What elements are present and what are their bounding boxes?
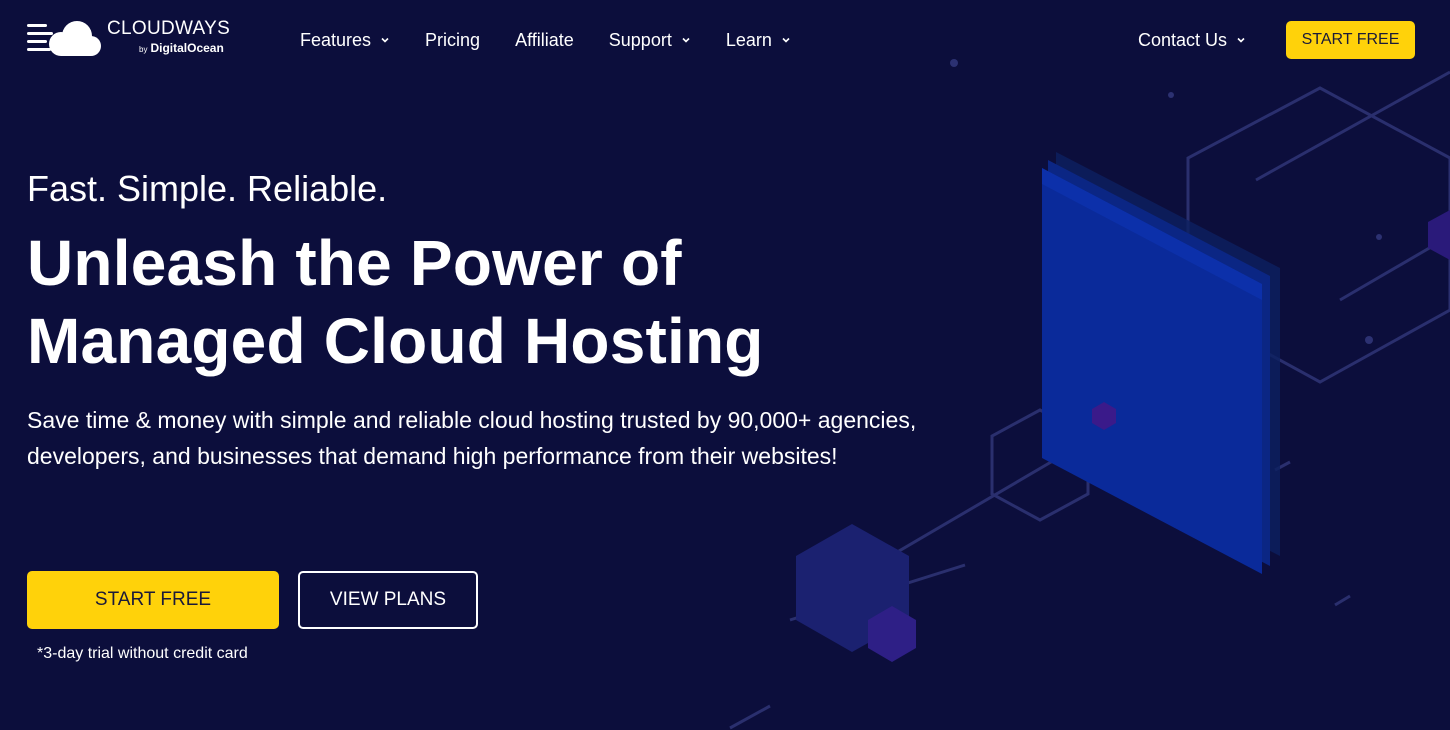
hero-headline-line-2: Managed Cloud Hosting xyxy=(27,305,764,377)
nav-item-support[interactable]: Support xyxy=(609,28,691,52)
nav-item-label: Features xyxy=(300,29,372,50)
nav-item-label: Learn xyxy=(725,29,772,50)
nav-item-features[interactable]: Features xyxy=(300,28,390,52)
hero-headline: Unleash the Power of Managed Cloud Hosti… xyxy=(27,224,907,380)
brand-by: by xyxy=(139,45,148,54)
nav-item-contact-us[interactable]: Contact Us xyxy=(1138,28,1246,52)
start-free-button[interactable]: START FREE xyxy=(27,571,279,629)
hero-description: Save time & money with simple and reliab… xyxy=(27,407,917,469)
brand-partner-name: DigitalOcean xyxy=(150,41,224,55)
view-plans-button[interactable]: VIEW PLANS xyxy=(298,571,478,629)
chevron-down-icon xyxy=(682,37,690,43)
nav-item-label: Pricing xyxy=(425,29,481,50)
chevron-down-icon xyxy=(782,37,790,43)
cloud-logo-icon xyxy=(27,21,101,56)
nav-item-label: Contact Us xyxy=(1138,29,1228,50)
chevron-down-icon xyxy=(1237,37,1245,43)
main-nav: Features Pricing Affiliate Support Learn xyxy=(300,28,826,52)
brand-partner: by DigitalOcean xyxy=(139,41,224,55)
hero-headline-line-1: Unleash the Power of xyxy=(27,227,682,299)
chevron-down-icon xyxy=(381,37,389,43)
trial-note: *3-day trial without credit card xyxy=(37,645,248,662)
brand-logo[interactable]: CLOUDWAYS by DigitalOcean xyxy=(27,16,237,60)
site-header: CLOUDWAYS by DigitalOcean Features Pricin… xyxy=(0,0,1450,80)
nav-item-affiliate[interactable]: Affiliate xyxy=(515,28,574,52)
nav-item-learn[interactable]: Learn xyxy=(726,28,791,52)
brand-name: CLOUDWAYS xyxy=(107,18,231,39)
nav-item-label: Affiliate xyxy=(515,29,574,50)
hero-tagline: Fast. Simple. Reliable. xyxy=(27,168,388,209)
page: CLOUDWAYS by DigitalOcean Features Pricin… xyxy=(0,0,1450,730)
header-start-free-button[interactable]: START FREE xyxy=(1286,21,1415,59)
nav-item-pricing[interactable]: Pricing xyxy=(425,28,480,52)
nav-item-label: Support xyxy=(608,29,672,50)
